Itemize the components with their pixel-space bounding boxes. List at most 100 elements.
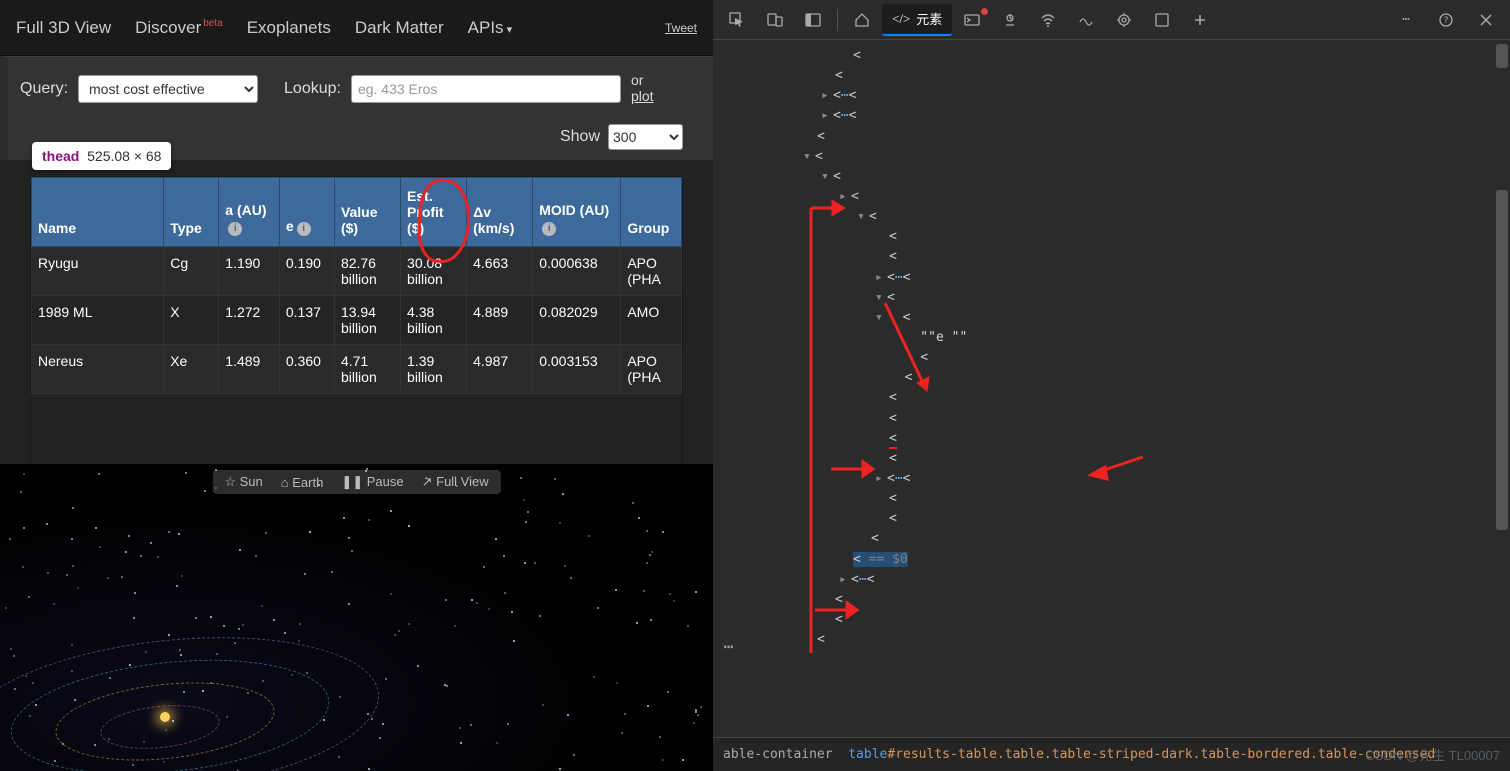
cell-e: 0.360 bbox=[279, 345, 334, 394]
th-a[interactable]: a (AU) i bbox=[219, 178, 280, 247]
nav-discover[interactable]: Discoverbeta bbox=[135, 18, 223, 38]
th-a-label: a (AU) bbox=[225, 202, 266, 218]
th-profit[interactable]: Est. Profit ($) bbox=[401, 178, 467, 247]
nav-full3d[interactable]: Full 3D View bbox=[16, 18, 111, 38]
dom-tree[interactable]: <<▸<⋯<▸<⋯<<▾<▾<▸<▾<<<▸<⋯<▾<▾ < ""e "" < … bbox=[713, 40, 1492, 737]
earth-button[interactable]: ⌂ Earth bbox=[281, 475, 324, 490]
nav-discover-label: Discover bbox=[135, 18, 201, 37]
cell-value: 13.94 billion bbox=[334, 296, 400, 345]
fullview-label: Full View bbox=[436, 474, 489, 489]
sources-icon[interactable] bbox=[992, 4, 1028, 36]
tooltip-tag: thead bbox=[42, 148, 79, 164]
nav-darkmatter[interactable]: Dark Matter bbox=[355, 18, 444, 38]
sun-button[interactable]: ☆ Sun bbox=[224, 474, 262, 490]
table-row[interactable]: 1989 MLX1.2720.13713.94 billion4.38 bill… bbox=[32, 296, 682, 345]
application-icon[interactable] bbox=[1144, 4, 1180, 36]
memory-icon[interactable] bbox=[1106, 4, 1142, 36]
devtools-tabbar: </>元素 ⋯ ? bbox=[713, 0, 1510, 40]
cell-a: 1.272 bbox=[219, 296, 280, 345]
cell-a: 1.190 bbox=[219, 247, 280, 296]
plot-link[interactable]: plot bbox=[631, 89, 654, 104]
cell-e: 0.137 bbox=[279, 296, 334, 345]
cell-moid: 0.000638 bbox=[533, 247, 621, 296]
pause-button[interactable]: ❚❚ Pause bbox=[341, 474, 403, 490]
fullview-button[interactable]: ↗ Full View bbox=[422, 474, 489, 490]
tweet-link[interactable]: Tweet bbox=[665, 21, 697, 35]
results-thead: Name Type a (AU) i ei Value ($) Est. Prof… bbox=[32, 178, 682, 247]
cell-name: 1989 ML bbox=[32, 296, 164, 345]
table-row[interactable]: RyuguCg1.1900.19082.76 billion30.08 bill… bbox=[32, 247, 682, 296]
th-e[interactable]: ei bbox=[279, 178, 334, 247]
query-select[interactable]: most cost effective bbox=[78, 75, 258, 103]
performance-icon[interactable] bbox=[1068, 4, 1104, 36]
lookup-label: Lookup: bbox=[284, 80, 341, 98]
space-toolbar: ☆ Sun ⌂ Earth ❚❚ Pause ↗ Full View bbox=[212, 470, 500, 494]
help-icon[interactable]: ? bbox=[1428, 4, 1464, 36]
earth-label: Earth bbox=[292, 475, 323, 490]
nav-exoplanets[interactable]: Exoplanets bbox=[247, 18, 331, 38]
or-text: or bbox=[631, 72, 643, 88]
th-group[interactable]: Group bbox=[621, 178, 682, 247]
beta-badge: beta bbox=[203, 18, 222, 29]
th-moid[interactable]: MOID (AU)i bbox=[533, 178, 621, 247]
inspect-icon[interactable] bbox=[719, 4, 755, 36]
query-label: Query: bbox=[20, 80, 68, 98]
watermark: CSDN @先生 TL00007 bbox=[1365, 745, 1500, 764]
show-label: Show bbox=[560, 128, 600, 146]
results-table: Name Type a (AU) i ei Value ($) Est. Prof… bbox=[31, 177, 682, 394]
console-icon[interactable] bbox=[954, 4, 990, 36]
elements-tab-label: 元素 bbox=[916, 9, 942, 28]
cell-value: 4.71 billion bbox=[334, 345, 400, 394]
info-icon: i bbox=[297, 222, 311, 236]
scrollbar-up[interactable] bbox=[1496, 44, 1508, 68]
dock-icon[interactable] bbox=[795, 4, 831, 36]
cell-group: APO (PHA bbox=[621, 247, 682, 296]
pause-label: Pause bbox=[367, 474, 404, 489]
cell-dv: 4.663 bbox=[467, 247, 533, 296]
space-view[interactable]: ☆ Sun ⌂ Earth ❚❚ Pause ↗ Full View bbox=[0, 464, 713, 771]
query-bar: Query: most cost effective Lookup: or pl… bbox=[0, 56, 713, 120]
scrollbar-thumb[interactable] bbox=[1496, 190, 1508, 530]
crumb-fragment: able-container bbox=[723, 747, 833, 762]
cell-dv: 4.889 bbox=[467, 296, 533, 345]
tooltip-dims: 525.08 × 68 bbox=[87, 148, 161, 164]
table-row[interactable]: NereusXe1.4890.3604.71 billion1.39 billi… bbox=[32, 345, 682, 394]
show-select[interactable]: 300 bbox=[608, 124, 683, 150]
drawer-handle[interactable]: ⋯ bbox=[718, 637, 740, 653]
th-dv[interactable]: Δv (km/s) bbox=[467, 178, 533, 247]
crumb-id: #results-table bbox=[887, 747, 997, 762]
th-value[interactable]: Value ($) bbox=[334, 178, 400, 247]
sun-label: Sun bbox=[240, 474, 263, 489]
cell-type: Cg bbox=[164, 247, 219, 296]
cell-value: 82.76 billion bbox=[334, 247, 400, 296]
cell-group: APO (PHA bbox=[621, 345, 682, 394]
close-icon[interactable] bbox=[1468, 4, 1504, 36]
info-icon: i bbox=[542, 222, 556, 236]
results-table-container: Name Type a (AU) i ei Value ($) Est. Prof… bbox=[30, 176, 683, 466]
crumb-tag[interactable]: table bbox=[848, 747, 887, 762]
th-name[interactable]: Name bbox=[32, 178, 164, 247]
cell-name: Nereus bbox=[32, 345, 164, 394]
element-tooltip: thead 525.08 × 68 bbox=[32, 142, 171, 170]
scrollbar-track[interactable] bbox=[1494, 40, 1510, 737]
add-tab-icon[interactable] bbox=[1182, 4, 1218, 36]
devtools-panel: </>元素 ⋯ ? <<▸<⋯<▸<⋯<<▾<▾<▸<▾<<<▸<⋯<▾<▾ <… bbox=[713, 0, 1510, 771]
cell-dv: 4.987 bbox=[467, 345, 533, 394]
nav-apis[interactable]: APIs bbox=[468, 18, 512, 38]
cell-profit: 1.39 billion bbox=[401, 345, 467, 394]
cell-a: 1.489 bbox=[219, 345, 280, 394]
network-icon[interactable] bbox=[1030, 4, 1066, 36]
or-plot: or plot bbox=[631, 73, 654, 104]
cell-type: Xe bbox=[164, 345, 219, 394]
lookup-input[interactable] bbox=[351, 75, 621, 103]
elements-tab[interactable]: </>元素 bbox=[882, 4, 952, 36]
cell-group: AMO bbox=[621, 296, 682, 345]
more-icon[interactable]: ⋯ bbox=[1388, 4, 1424, 36]
cell-type: X bbox=[164, 296, 219, 345]
info-icon: i bbox=[228, 222, 242, 236]
cell-profit: 4.38 billion bbox=[401, 296, 467, 345]
welcome-icon[interactable] bbox=[844, 4, 880, 36]
device-icon[interactable] bbox=[757, 4, 793, 36]
breadcrumb[interactable]: able-container table#results-table.table… bbox=[713, 737, 1510, 771]
th-type[interactable]: Type bbox=[164, 178, 219, 247]
